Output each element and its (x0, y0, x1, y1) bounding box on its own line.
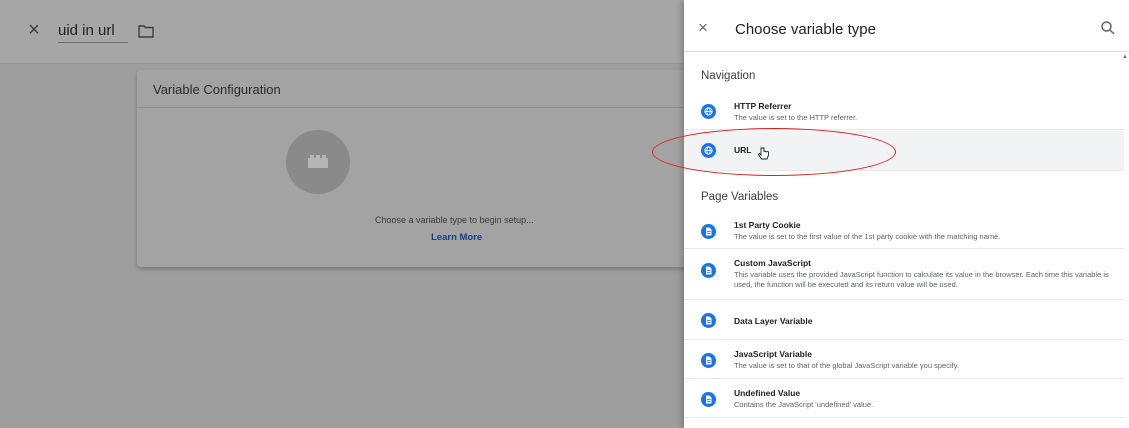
variable-type-drawer: × Choose variable type Navigation HTTP R… (684, 0, 1129, 428)
lego-block-icon (308, 155, 328, 168)
card-title: Variable Configuration (153, 82, 281, 97)
drawer-header: × Choose variable type (684, 0, 1129, 52)
card-divider (137, 107, 697, 108)
list-item-data-layer-variable[interactable]: Data Layer Variable (684, 301, 1124, 340)
search-icon[interactable] (1100, 20, 1116, 36)
folder-icon[interactable] (138, 24, 154, 38)
list-item-undefined-value[interactable]: Undefined Value Contains the JavaScript … (684, 380, 1124, 418)
item-description: The value is set to the first value of t… (734, 232, 1001, 241)
variable-name-input[interactable]: uid in url (58, 21, 128, 43)
item-name: JavaScript Variable (734, 349, 812, 359)
editor-toolbar: × uid in url (0, 0, 684, 64)
document-icon (701, 313, 716, 328)
item-name: Custom JavaScript (734, 258, 811, 268)
list-item-javascript-variable[interactable]: JavaScript Variable The value is set to … (684, 341, 1124, 379)
drawer-title: Choose variable type (735, 21, 876, 38)
document-icon (701, 353, 716, 368)
section-title-navigation: Navigation (701, 70, 756, 82)
item-description: The value is set to the HTTP referrer. (734, 113, 858, 122)
variable-type-placeholder-icon[interactable] (286, 130, 350, 194)
close-editor-button[interactable]: × (22, 18, 46, 42)
item-name: HTTP Referrer (734, 101, 792, 111)
list-item-http-referrer[interactable]: HTTP Referrer The value is set to the HT… (684, 92, 1124, 130)
item-name: Undefined Value (734, 388, 801, 398)
list-item-1st-party-cookie[interactable]: 1st Party Cookie The value is set to the… (684, 212, 1124, 249)
globe-icon (701, 104, 716, 119)
highlight-ellipse-annotation (652, 128, 896, 176)
scrollbar-up-arrow[interactable]: ▲ (1122, 54, 1128, 60)
hand-pointer-icon (757, 147, 769, 160)
item-description: The value is set to that of the global J… (734, 361, 959, 370)
variable-configuration-card[interactable]: Variable Configuration (137, 70, 697, 267)
document-icon (701, 263, 716, 278)
item-description: Contains the JavaScript 'undefined' valu… (734, 400, 874, 409)
section-title-page-variables: Page Variables (701, 191, 779, 203)
document-icon (701, 392, 716, 407)
item-description: This variable uses the provided JavaScri… (734, 270, 1109, 289)
close-drawer-button[interactable]: × (698, 18, 708, 38)
learn-more-link[interactable]: Learn More (431, 232, 482, 243)
list-item-custom-javascript[interactable]: Custom JavaScript This variable uses the… (684, 250, 1124, 300)
document-icon (701, 224, 716, 239)
item-name: 1st Party Cookie (734, 220, 801, 230)
card-prompt-text: Choose a variable type to begin setup... (375, 215, 534, 225)
item-name: Data Layer Variable (734, 316, 813, 326)
